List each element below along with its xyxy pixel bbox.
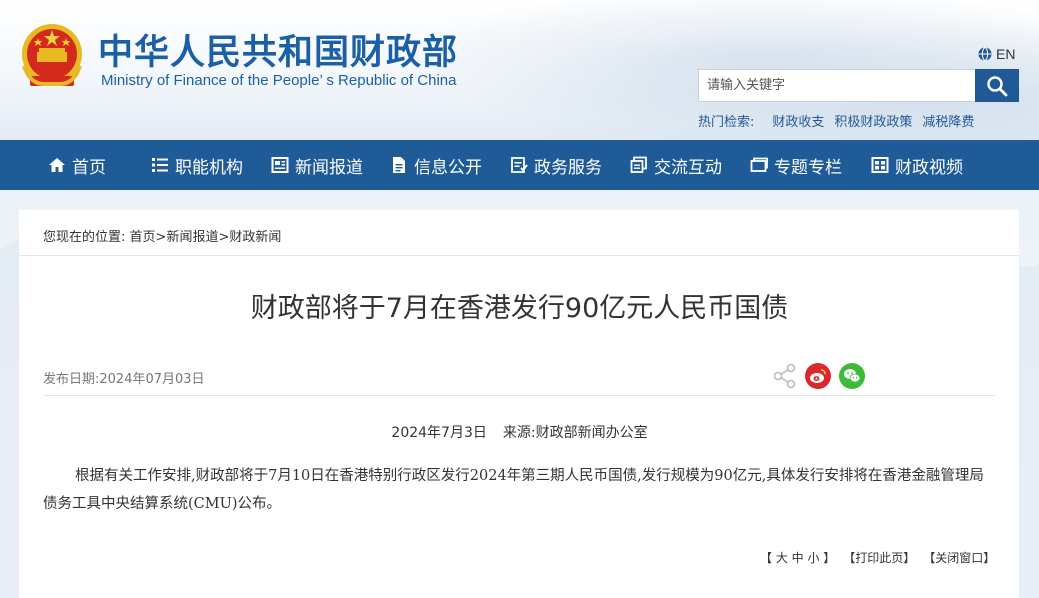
breadcrumb-link-news[interactable]: 新闻报道 — [166, 230, 218, 245]
weibo-icon — [810, 369, 826, 383]
article-title: 财政部将于7月在香港发行90亿元人民币国债 — [250, 293, 789, 324]
nav-item-functions[interactable]: 职能机构 — [151, 140, 243, 190]
close-window-button[interactable]: 【关闭窗口】 — [923, 549, 995, 566]
hot-search-link[interactable]: 减税降费 — [922, 111, 974, 130]
publish-date: 发布日期:2024年07月03日 — [43, 372, 205, 387]
site-title: 中华人民共和国财政部 — [98, 33, 459, 73]
nav-item-videos[interactable]: 财政视频 — [871, 140, 963, 190]
article-card — [19, 210, 1019, 598]
service-icon — [511, 157, 528, 173]
nav-item-news[interactable]: 新闻报道 — [271, 140, 363, 190]
nav-item-label: 新闻报道 — [295, 157, 363, 178]
nav-item-label: 财政视频 — [895, 157, 963, 178]
search-icon — [987, 75, 1008, 96]
article-source-line: 2024年7月3日 来源:财政部新闻办公室 — [0, 422, 1039, 442]
globe-icon — [978, 47, 992, 61]
home-icon — [49, 158, 65, 172]
language-switch[interactable]: EN — [978, 46, 1015, 62]
breadcrumb-link-home[interactable]: 首页 — [130, 230, 156, 245]
site-subtitle: Ministry of Finance of the People’ s Rep… — [101, 72, 457, 89]
share-bar — [773, 363, 865, 389]
nav-item-label: 专题专栏 — [774, 157, 842, 178]
language-label: EN — [996, 46, 1016, 62]
search-input[interactable] — [698, 69, 975, 102]
hot-search-link[interactable]: 积极财政政策 — [834, 111, 912, 130]
wechat-share-button[interactable] — [839, 363, 865, 389]
article-body: 根据有关工作安排,财政部将于7月10日在香港特别行政区发行2024年第三期人民币… — [43, 468, 984, 512]
hot-search-link[interactable]: 财政收支 — [772, 111, 824, 130]
article-date: 2024年7月3日 — [391, 425, 487, 441]
nav-item-label: 首页 — [72, 157, 106, 178]
site-header: 中华人民共和国财政部 Ministry of Finance of the Pe… — [0, 0, 1039, 140]
meta-divider — [43, 395, 995, 396]
font-size-control[interactable]: 【 大 中 小 】 — [760, 549, 835, 566]
chat-icon — [630, 156, 647, 173]
nav-item-label: 政务服务 — [534, 157, 602, 178]
breadcrumb-separator: > — [155, 230, 167, 245]
breadcrumb: 您现在的位置: 首页>新闻报道>财政新闻 — [43, 226, 281, 245]
nav-item-label: 职能机构 — [175, 157, 243, 178]
weibo-share-button[interactable] — [805, 363, 831, 389]
nav-item-disclosure[interactable]: 信息公开 — [390, 140, 482, 190]
national-emblem-icon[interactable] — [20, 22, 84, 90]
article-source: 来源:财政部新闻办公室 — [502, 425, 648, 441]
search-bar — [698, 69, 1019, 102]
share-icon[interactable] — [773, 363, 797, 389]
folder-icon — [750, 157, 768, 172]
breadcrumb-prefix: 您现在的位置: — [43, 230, 126, 245]
nav-item-topics[interactable]: 专题专栏 — [750, 140, 842, 190]
nav-item-interaction[interactable]: 交流互动 — [630, 140, 722, 190]
nav-item-label: 交流互动 — [654, 157, 722, 178]
print-button[interactable]: 【打印此页】 — [843, 549, 915, 566]
list-icon — [152, 158, 168, 172]
main-nav: 首页 职能机构 新闻报道 信息公开 政务服务 交流互动 专题专栏 财政视频 — [0, 140, 1039, 190]
hot-searches-label: 热门检索: — [698, 115, 755, 130]
breadcrumb-divider — [19, 255, 1019, 256]
nav-item-home[interactable]: 首页 — [48, 140, 106, 190]
newspaper-icon — [271, 157, 289, 173]
document-icon — [393, 157, 405, 173]
hot-searches: 热门检索: 财政收支 积极财政政策 减税降费 — [698, 111, 974, 130]
video-icon — [871, 157, 889, 173]
breadcrumb-link-finance-news[interactable]: 财政新闻 — [229, 230, 281, 245]
nav-item-services[interactable]: 政务服务 — [510, 140, 602, 190]
wechat-icon — [844, 369, 861, 383]
search-button[interactable] — [975, 69, 1019, 102]
nav-item-label: 信息公开 — [414, 157, 482, 178]
article-tools: 【 大 中 小 】 【打印此页】 【关闭窗口】 — [760, 549, 995, 566]
breadcrumb-separator: > — [218, 230, 230, 245]
